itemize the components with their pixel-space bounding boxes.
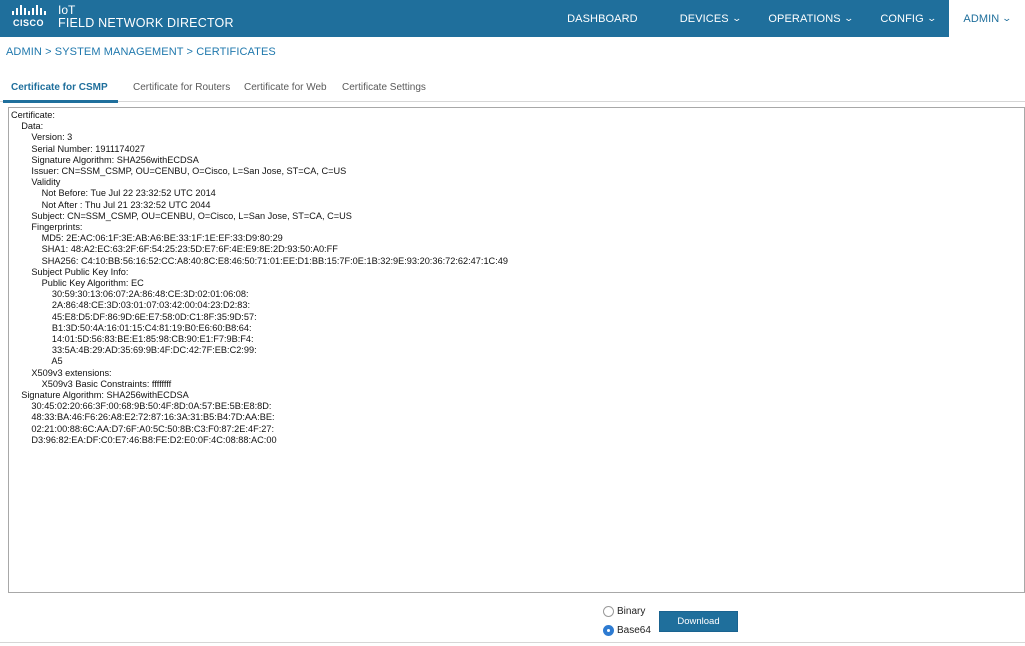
- nav-config[interactable]: CONFIG ⌄: [866, 0, 949, 37]
- nav-admin-label: ADMIN: [963, 12, 1000, 25]
- certificate-text-area[interactable]: Certificate: Data: Version: 3 Serial Num…: [8, 107, 1025, 593]
- chevron-down-icon: ⌄: [731, 13, 742, 23]
- certificate-text: Certificate: Data: Version: 3 Serial Num…: [11, 110, 508, 445]
- cisco-logo[interactable]: CISCO: [12, 5, 48, 31]
- tab-certificate-routers[interactable]: Certificate for Routers: [133, 72, 230, 102]
- nav-devices-label: DEVICES: [679, 12, 729, 25]
- binary-radio[interactable]: [603, 606, 614, 617]
- nav-admin[interactable]: ADMIN ⌄: [949, 0, 1025, 37]
- tab-certificate-web[interactable]: Certificate for Web: [244, 72, 327, 102]
- main-nav: DASHBOARD DEVICES ⌄ OPERATIONS ⌄ CONFIG ⌄ A…: [553, 0, 1025, 37]
- base64-label: Base64: [617, 625, 651, 636]
- nav-config-label: CONFIG: [880, 12, 924, 25]
- cisco-bars-icon: [12, 5, 48, 15]
- nav-operations-label: OPERATIONS: [768, 12, 841, 25]
- breadcrumb[interactable]: ADMIN > SYSTEM MANAGEMENT > CERTIFICATES: [6, 46, 276, 58]
- top-nav-bar: CISCO IoT FIELD NETWORK DIRECTOR DASHBOA…: [0, 0, 1025, 37]
- binary-label: Binary: [617, 606, 646, 617]
- nav-dashboard-label: DASHBOARD: [567, 12, 638, 25]
- nav-operations[interactable]: OPERATIONS ⌄: [754, 0, 866, 37]
- chevron-down-icon: ⌄: [1001, 13, 1013, 23]
- download-button[interactable]: Download: [659, 611, 738, 632]
- chevron-down-icon: ⌄: [843, 13, 854, 23]
- product-name: IoT FIELD NETWORK DIRECTOR: [58, 4, 234, 30]
- base64-radio[interactable]: [603, 625, 614, 636]
- footer-divider: [0, 642, 1025, 643]
- chevron-down-icon: ⌄: [926, 13, 937, 23]
- nav-devices[interactable]: DEVICES ⌄: [666, 0, 755, 37]
- certificate-tabs: Certificate for CSMP Certificate for Rou…: [0, 72, 1025, 103]
- product-line-2: FIELD NETWORK DIRECTOR: [58, 16, 234, 30]
- format-option-base64[interactable]: Base64: [603, 625, 651, 636]
- nav-dashboard[interactable]: DASHBOARD: [553, 0, 666, 37]
- tab-certificate-csmp[interactable]: Certificate for CSMP: [3, 72, 118, 103]
- format-option-binary[interactable]: Binary: [603, 606, 645, 617]
- tab-certificate-settings[interactable]: Certificate Settings: [342, 72, 426, 102]
- cisco-wordmark: CISCO: [13, 18, 45, 28]
